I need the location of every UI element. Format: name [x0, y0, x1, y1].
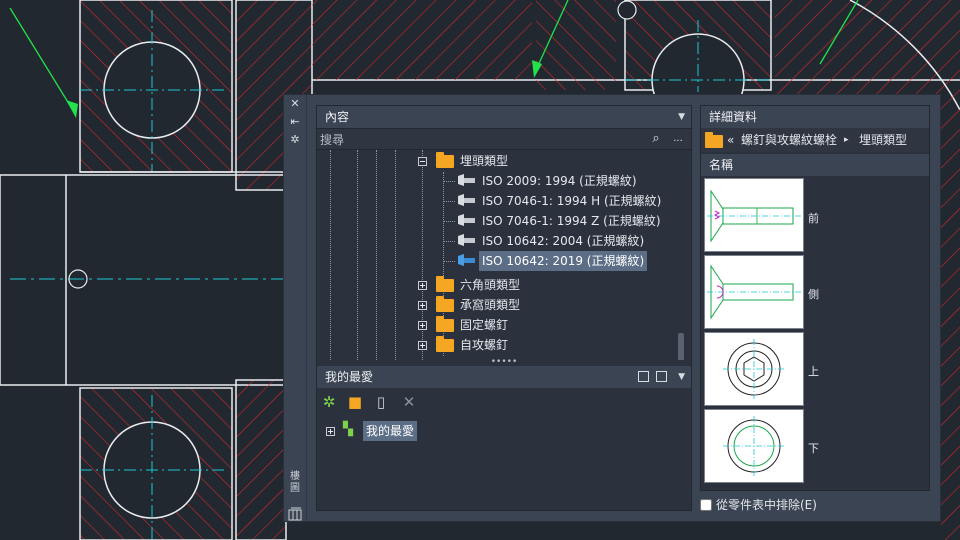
expand-toggle[interactable] [418, 281, 427, 290]
view-label-top: 上 [808, 365, 819, 378]
settings-icon[interactable]: ✲ [284, 133, 306, 147]
list-view-icon[interactable] [638, 371, 649, 382]
content-pane: 內容 ▼ ⌕ ... 埋頭類型 ISO 2009: 1994 (正規螺紋) [316, 105, 692, 511]
content-header: 內容 ▼ [317, 106, 691, 128]
palette-vertical-title: 樓圖 [290, 471, 300, 494]
exclude-checkbox[interactable] [700, 499, 712, 511]
search-input[interactable] [317, 129, 652, 151]
details-pane: 詳細資料 « 螺釘與攻螺紋螺栓 ▸ 埋頭類型 名稱 前 側 上 下 [700, 105, 930, 491]
tree-item-folder[interactable]: 自攻螺釘 [457, 335, 511, 355]
favorites-header: 我的最愛 ▼ [317, 366, 691, 388]
palette-side-strip: ✕ ⇤ ✲ 樓圖 [284, 95, 307, 521]
tree-item-folder[interactable]: 固定螺釘 [457, 315, 511, 335]
expand-toggle[interactable] [326, 427, 335, 436]
breadcrumb-separator: ▸ [844, 135, 849, 145]
expand-toggle[interactable] [418, 301, 427, 310]
breadcrumb-back[interactable]: « [727, 128, 734, 152]
folder-icon [436, 296, 454, 312]
preview-front[interactable] [704, 178, 804, 252]
document-icon[interactable]: ▯ [371, 393, 391, 411]
tree-item-part[interactable]: ISO 10642: 2004 (正規螺紋) [479, 231, 647, 251]
delete-icon[interactable]: ✕ [399, 393, 419, 411]
favorites-menu-caret-icon[interactable]: ▼ [678, 366, 685, 388]
name-column-header: 名稱 [701, 154, 929, 176]
exclude-from-bom[interactable]: 從零件表中排除(E) [700, 497, 817, 513]
search-options-button[interactable]: ... [669, 129, 687, 149]
bolt-icon-selected [458, 254, 475, 266]
tree-item-part[interactable]: ISO 7046-1: 1994 Z (正規螺紋) [479, 211, 664, 231]
folder-icon [436, 336, 454, 352]
preview-top[interactable] [704, 332, 804, 406]
content-title: 內容 [325, 110, 350, 124]
breadcrumb-current[interactable]: 埋頭類型 [859, 128, 907, 152]
tree-item-folder[interactable]: 六角頭類型 [457, 275, 523, 295]
bolt-icon [458, 214, 475, 226]
folder-icon [436, 152, 454, 168]
folder-icon [436, 276, 454, 292]
add-favorite-icon[interactable]: ✲ [319, 393, 339, 411]
bolt-icon [458, 234, 475, 246]
view-label-front: 前 [808, 212, 819, 225]
tree-item-part[interactable]: ISO 2009: 1994 (正規螺紋) [479, 171, 640, 191]
view-label-bottom: 下 [808, 442, 819, 455]
icon-view-icon[interactable] [656, 371, 667, 382]
expand-toggle[interactable] [418, 321, 427, 330]
folder-icon [436, 316, 454, 332]
collapse-toggle[interactable] [418, 157, 427, 166]
favorites-title: 我的最愛 [325, 370, 374, 384]
library-icon[interactable] [288, 507, 302, 521]
breadcrumb: « 螺釘與攻螺紋螺栓 ▸ 埋頭類型 [701, 128, 929, 152]
content-center-palette: ✕ ⇤ ✲ 樓圖 內容 ▼ ⌕ ... [283, 94, 941, 522]
details-title: 詳細資料 [709, 110, 758, 124]
folder-icon [705, 132, 723, 148]
tree-item-folder[interactable]: 埋頭類型 [457, 151, 511, 171]
view-label-side: 側 [808, 288, 819, 301]
close-icon[interactable]: ✕ [284, 97, 306, 111]
pin-icon[interactable]: ⇤ [284, 115, 306, 129]
category-tree: 埋頭類型 ISO 2009: 1994 (正規螺紋) ISO 7046-1: 1… [317, 150, 691, 360]
preview-bottom[interactable] [704, 409, 804, 483]
exclude-label: 從零件表中排除(E) [716, 498, 817, 512]
tree-scrollbar[interactable] [678, 333, 684, 360]
tree-item-part[interactable]: ISO 7046-1: 1994 H (正規螺紋) [479, 191, 664, 211]
content-menu-caret-icon[interactable]: ▼ [678, 106, 685, 128]
tree-item-part-selected[interactable]: ISO 10642: 2019 (正規螺紋) [479, 251, 648, 271]
search-icon[interactable]: ⌕ [647, 130, 665, 148]
search-bar: ⌕ ... [317, 128, 691, 151]
bolt-icon [458, 174, 475, 186]
expand-toggle[interactable] [418, 341, 427, 350]
favorites-folder-icon: ▚ [343, 422, 353, 437]
new-folder-icon[interactable]: ■ [345, 393, 365, 411]
breadcrumb-parent[interactable]: 螺釘與攻螺紋螺栓 [741, 128, 837, 152]
favorites-item[interactable]: 我的最愛 [363, 421, 418, 441]
preview-side[interactable] [704, 255, 804, 329]
favorites-toolbar: ✲ ■ ▯ ✕ [317, 390, 691, 414]
details-header: 詳細資料 [701, 106, 929, 128]
tree-item-folder[interactable]: 承窩頭類型 [457, 295, 523, 315]
bolt-icon [458, 194, 475, 206]
